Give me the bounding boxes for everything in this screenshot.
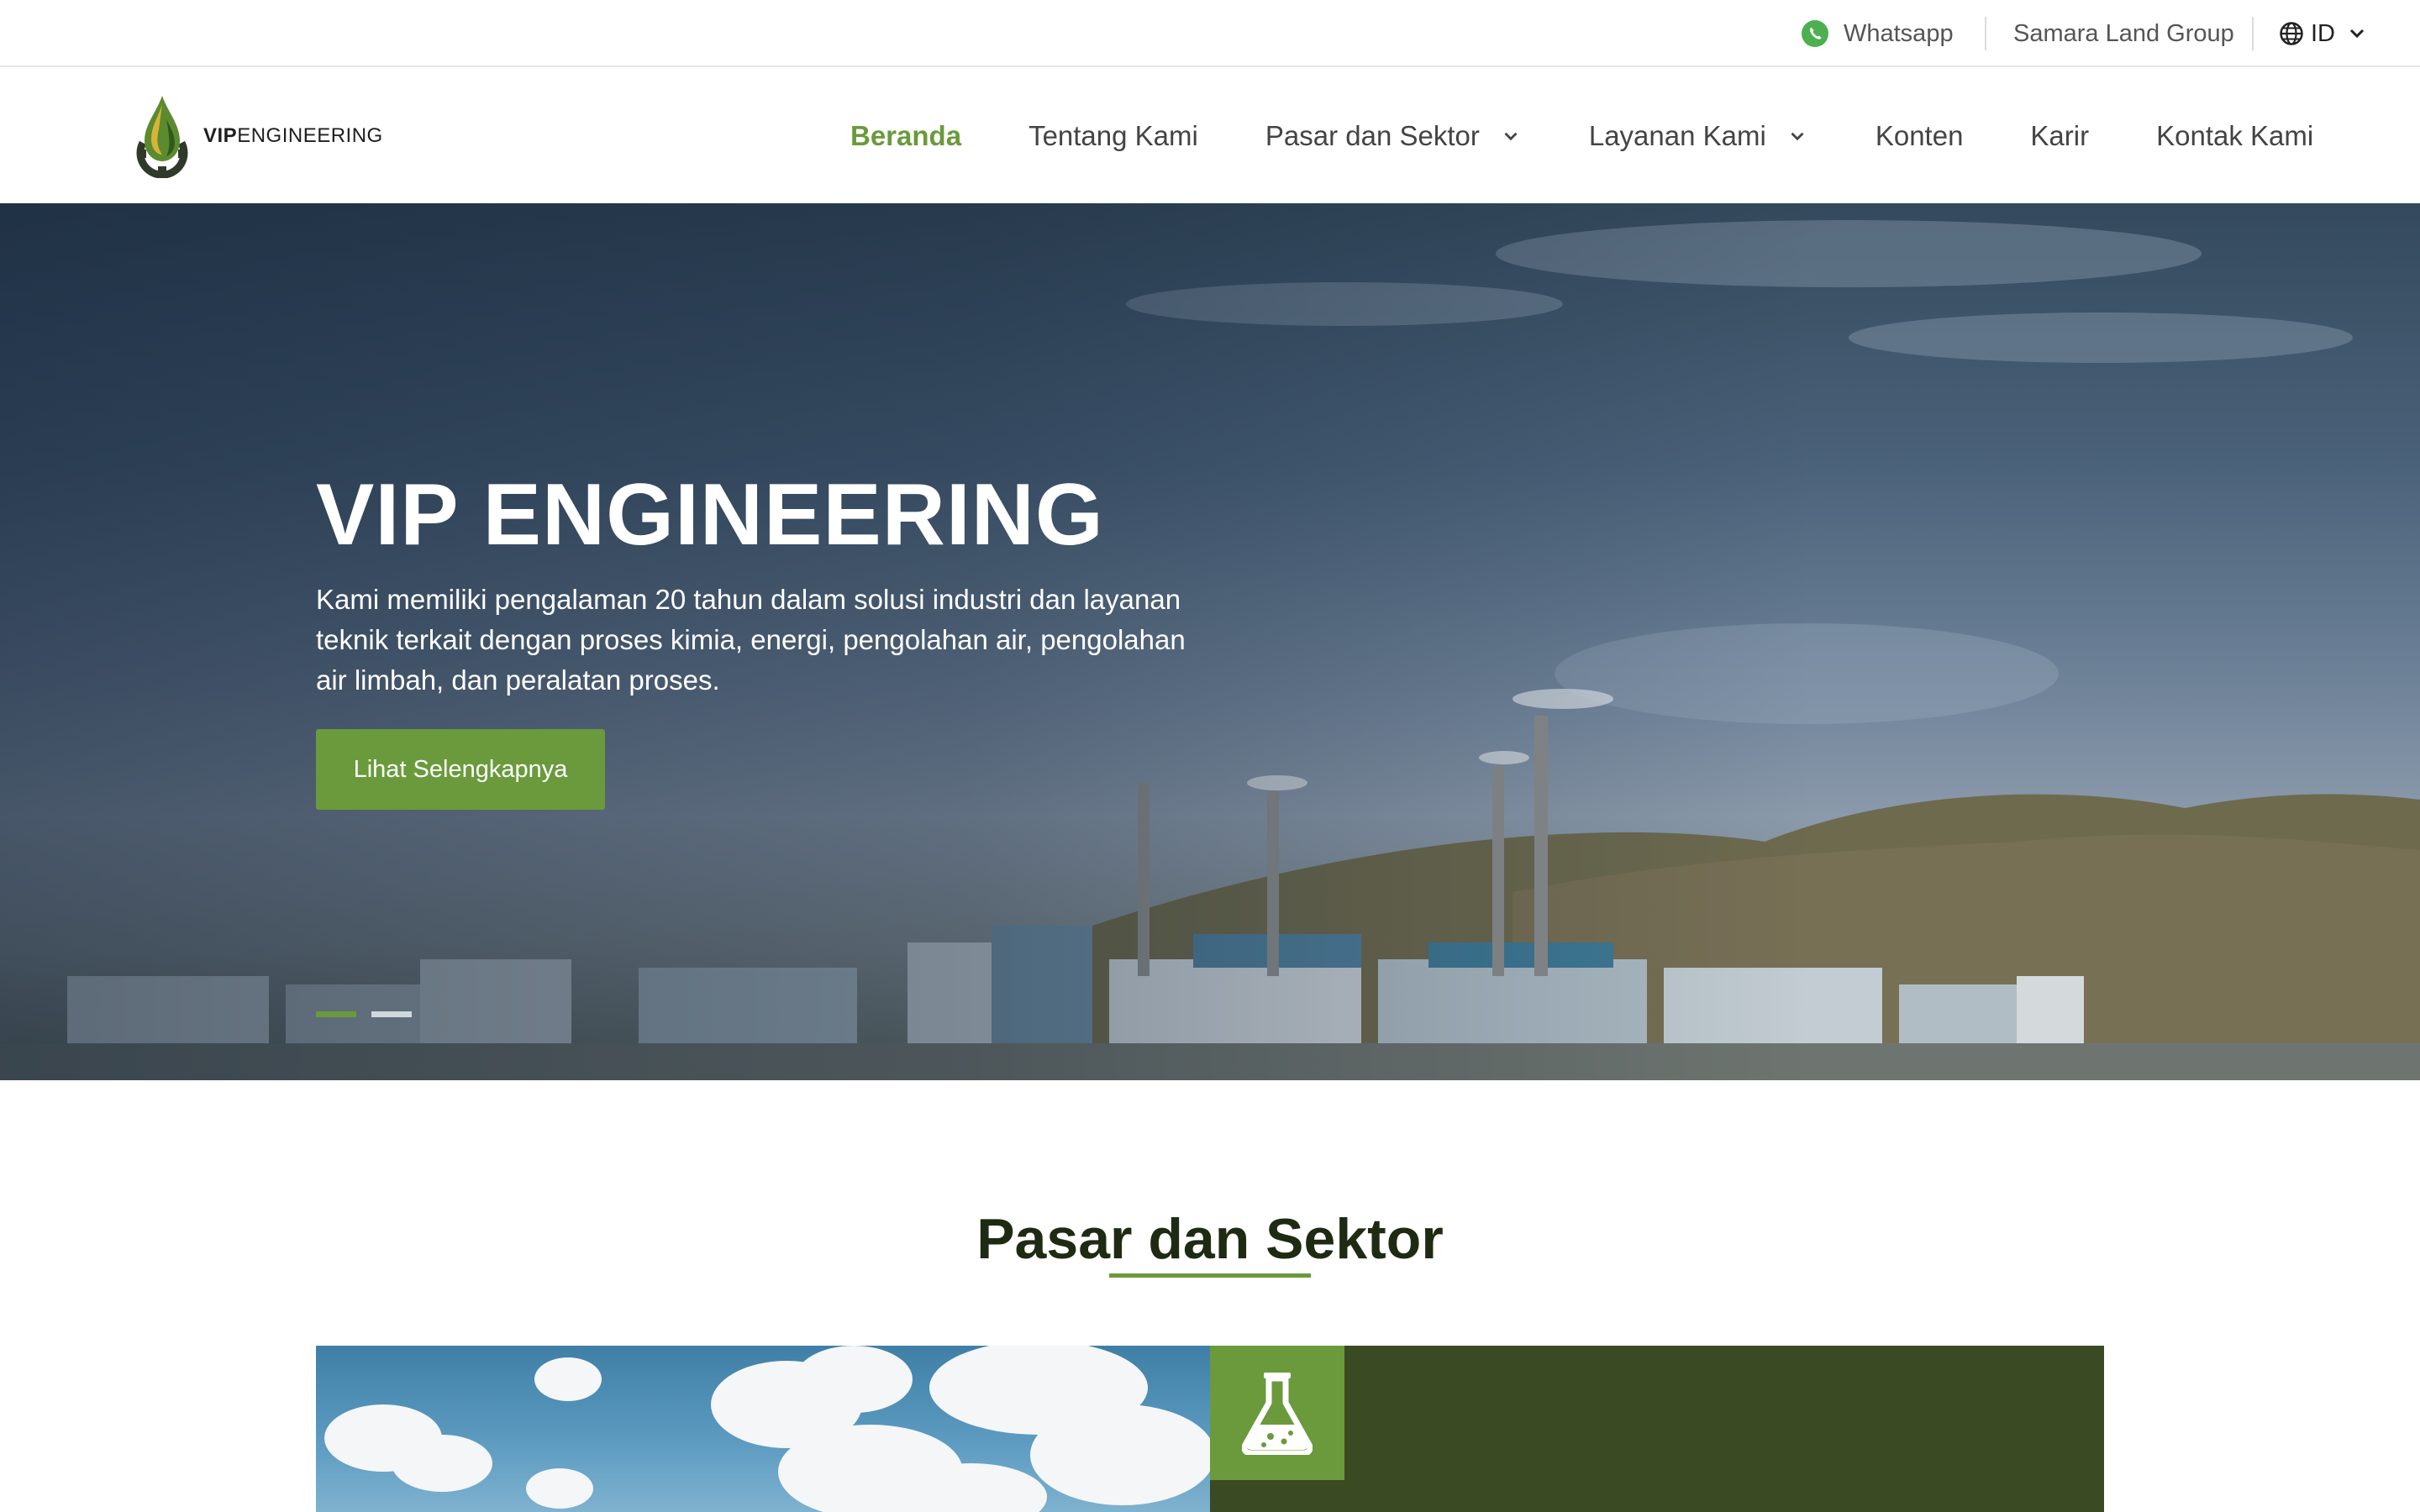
nav-item-layanan-kami[interactable]: Layanan Kami (1589, 120, 1808, 152)
divider (2252, 17, 2254, 50)
group-link[interactable]: Samara Land Group (2013, 0, 2234, 67)
sector-card-image (316, 1346, 1210, 1512)
site-logo[interactable]: VIPENGINEERING (131, 94, 383, 178)
nav-item-konten[interactable]: Konten (1876, 120, 1964, 152)
nav-item-pasar-dan-sektor[interactable]: Pasar dan Sektor (1265, 120, 1522, 152)
nav-label: Karir (2030, 120, 2090, 151)
whatsapp-link[interactable]: Whatsapp (1800, 0, 1954, 67)
carousel-indicators (316, 1011, 427, 1017)
nav-menu: Beranda Tentang Kami Pasar dan Sektor La… (850, 69, 2313, 203)
group-label: Samara Land Group (2013, 19, 2234, 47)
logo-text: VIPENGINEERING (203, 124, 383, 147)
hero-banner: VIP ENGINEERING Kami memiliki pengalaman… (0, 203, 2420, 1080)
nav-item-karir[interactable]: Karir (2030, 120, 2089, 152)
carousel-dot-1[interactable] (316, 1011, 356, 1017)
nav-item-tentang-kami[interactable]: Tentang Kami (1028, 120, 1198, 152)
nav-label: Layanan Kami (1588, 120, 1766, 151)
chevron-down-icon (2349, 29, 2365, 39)
nav-item-kontak-kami[interactable]: Kontak Kami (2156, 120, 2313, 152)
hero-description: Kami memiliki pengalaman 20 tahun dalam … (316, 584, 1186, 696)
language-selector[interactable]: ID (2279, 0, 2374, 67)
carousel-dot-2[interactable] (371, 1011, 412, 1017)
chevron-down-icon (1791, 132, 1804, 141)
divider (1985, 17, 1986, 50)
see-more-button[interactable]: Lihat Selengkapnya (316, 729, 605, 810)
nav-label: Kontak Kami (2156, 120, 2314, 151)
whatsapp-label: Whatsapp (1844, 19, 1954, 47)
hero-title: VIP ENGINEERING (316, 466, 1104, 564)
nav-label: Tentang Kami (1028, 120, 1198, 151)
nav-item-beranda[interactable]: Beranda (850, 120, 961, 152)
nav-label: Pasar dan Sektor (1265, 120, 1480, 151)
section-title: Pasar dan Sektor (976, 1207, 1444, 1271)
language-label: ID (2311, 19, 2335, 47)
chevron-down-icon (1504, 132, 1518, 141)
sector-card-icon-box (1210, 1346, 1344, 1480)
globe-icon (2280, 22, 2303, 45)
nav-label: Konten (1875, 120, 1964, 151)
whatsapp-icon (1802, 20, 1828, 47)
top-utility-bar: Whatsapp Samara Land Group ID (0, 0, 2420, 67)
section-title-underline (1109, 1273, 1311, 1278)
sky-clouds-image (324, 1346, 1210, 1512)
nav-label: Beranda (850, 120, 962, 151)
flask-icon (1242, 1373, 1313, 1455)
logo-mark-icon (136, 96, 188, 178)
main-navbar: VIPENGINEERING Beranda Tentang Kami Pasa… (0, 69, 2420, 203)
